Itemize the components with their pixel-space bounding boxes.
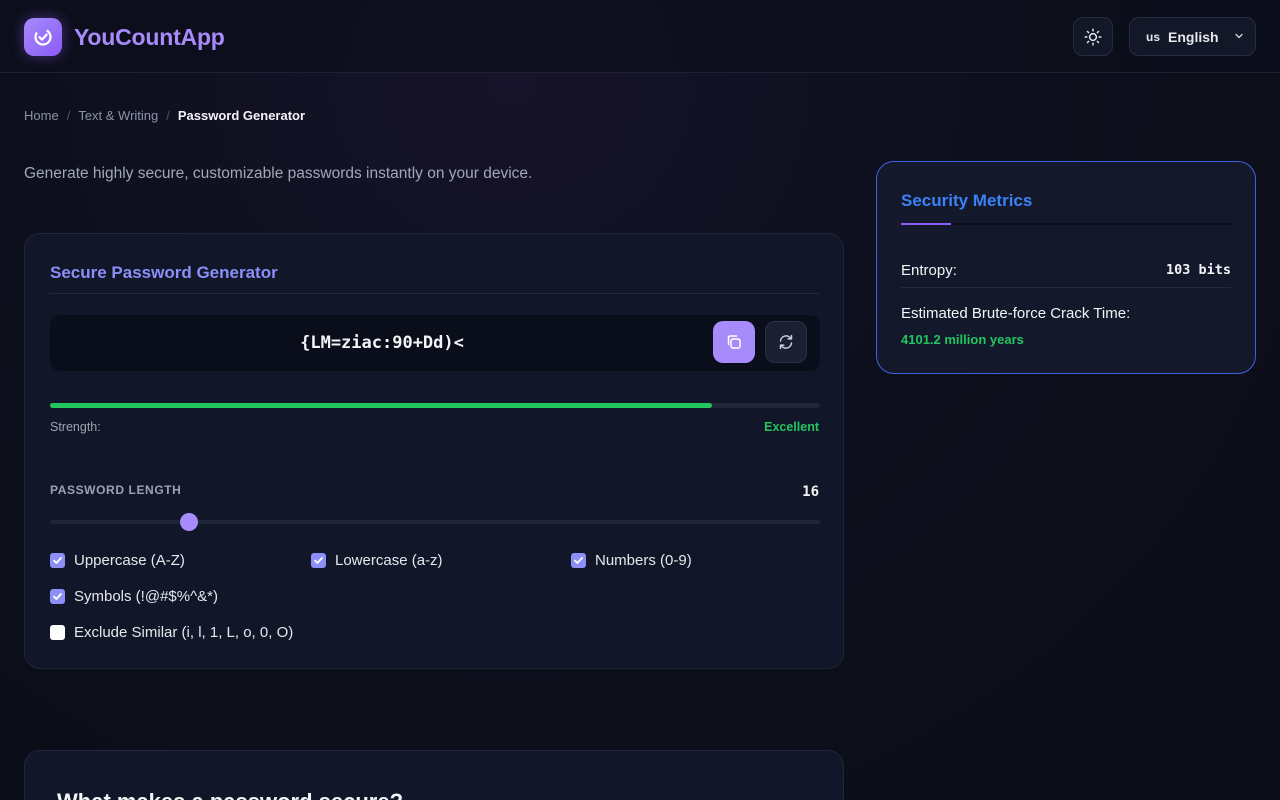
length-slider[interactable]: [50, 520, 820, 524]
length-value: 16: [802, 484, 819, 500]
page-intro: Generate highly secure, customizable pas…: [24, 165, 533, 182]
entropy-label: Entropy:: [901, 262, 957, 279]
crack-time-value: 4101.2 million years: [901, 332, 1024, 347]
checkbox-symbols[interactable]: [50, 589, 65, 604]
brand-name: YouCountApp: [74, 23, 225, 50]
option-symbols[interactable]: Symbols (!@#$%^&*): [50, 588, 218, 605]
strength-label: Strength:: [50, 420, 101, 434]
option-lowercase[interactable]: Lowercase (a-z): [311, 552, 443, 569]
metrics-title: Security Metrics: [901, 191, 1033, 210]
language-label: English: [1168, 28, 1219, 45]
info-title: What makes a password secure?: [57, 789, 403, 800]
title-accent: [901, 223, 951, 225]
option-label: Lowercase (a-z): [335, 552, 443, 569]
option-label: Uppercase (A-Z): [74, 552, 185, 569]
length-slider-thumb[interactable]: [179, 513, 198, 531]
copy-icon: [727, 335, 741, 349]
generator-card: Secure Password Generator {LM=ziac:90+Dd…: [24, 233, 844, 669]
breadcrumb-separator: /: [166, 108, 170, 123]
checkbox-lowercase[interactable]: [311, 553, 326, 568]
chevron-down-icon: [1233, 29, 1245, 45]
security-metrics-card: Security Metrics Entropy: 103 bits Estim…: [876, 161, 1256, 374]
checkbox-numbers[interactable]: [571, 553, 586, 568]
option-uppercase[interactable]: Uppercase (A-Z): [50, 552, 185, 569]
breadcrumb: Home / Text & Writing / Password Generat…: [24, 108, 305, 123]
strength-bar: [50, 403, 820, 408]
option-label: Exclude Similar (i, l, 1, L, o, 0, O): [74, 624, 294, 641]
breadcrumb-home[interactable]: Home: [24, 108, 59, 123]
divider: [49, 293, 819, 294]
length-label: PASSWORD LENGTH: [50, 483, 182, 497]
info-card: What makes a password secure?: [24, 750, 844, 800]
checkbox-uppercase[interactable]: [50, 553, 65, 568]
password-display: {LM=ziac:90+Dd)<: [50, 315, 820, 371]
breadcrumb-current: Password Generator: [177, 108, 306, 123]
strength-value: Excellent: [764, 420, 819, 434]
option-numbers[interactable]: Numbers (0-9): [571, 552, 692, 569]
refresh-icon: [779, 334, 793, 350]
option-label: Numbers (0-9): [595, 552, 692, 569]
sun-icon: [1084, 27, 1102, 46]
theme-toggle-button[interactable]: [1073, 17, 1113, 56]
flag-icon: us: [1146, 29, 1161, 44]
option-label: Symbols (!@#$%^&*): [74, 588, 218, 605]
strength-bar-fill: [50, 403, 713, 408]
entropy-value: 103 bits: [1165, 262, 1231, 278]
password-output[interactable]: {LM=ziac:90+Dd)<: [50, 315, 714, 371]
language-selector[interactable]: us English: [1129, 17, 1256, 56]
crack-time-label: Estimated Brute-force Crack Time:: [901, 305, 1131, 322]
checkbox-exclude-similar[interactable]: [50, 625, 65, 640]
brand[interactable]: YouCountApp: [24, 18, 225, 56]
divider: [901, 287, 1231, 288]
copy-button[interactable]: [713, 321, 755, 363]
top-bar: YouCountApp us English: [0, 0, 1280, 73]
option-exclude-similar[interactable]: Exclude Similar (i, l, 1, L, o, 0, O): [50, 624, 293, 641]
breadcrumb-category[interactable]: Text & Writing: [78, 108, 158, 123]
breadcrumb-separator: /: [66, 108, 71, 123]
generator-title: Secure Password Generator: [50, 263, 278, 282]
regenerate-button[interactable]: [765, 321, 807, 363]
logo-icon: [24, 18, 62, 56]
